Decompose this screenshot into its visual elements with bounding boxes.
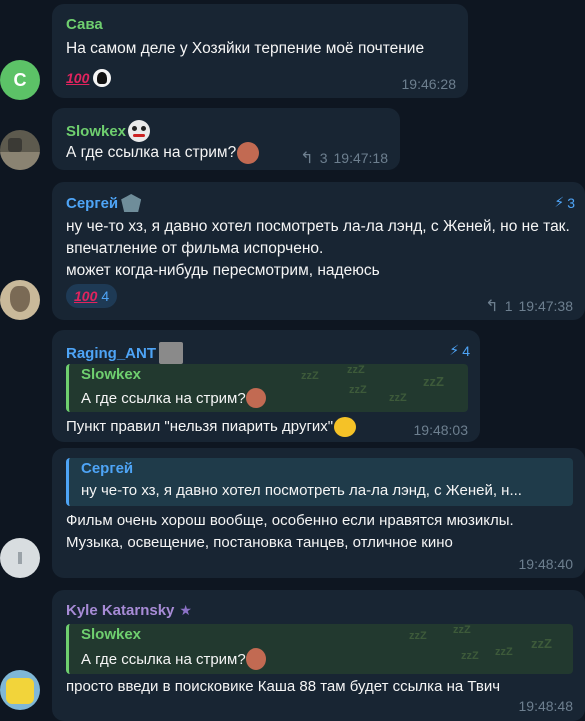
face-emoji-icon xyxy=(245,648,266,670)
zzz-decoration: zzZ xyxy=(301,370,319,382)
message-bubble[interactable]: Сергей ⚡ 3 ну че-то хз, я давно хотел по… xyxy=(52,182,585,320)
reply-arrow-icon[interactable]: ↰ xyxy=(300,148,313,168)
zzz-decoration: zzZ xyxy=(461,650,479,662)
avatar[interactable] xyxy=(0,670,40,710)
zzz-decoration: zzZ xyxy=(389,392,407,404)
reaction-count: 4 xyxy=(101,288,110,304)
message-meta: 19:48:03 xyxy=(414,422,469,438)
reply-count[interactable]: 1 xyxy=(505,298,513,314)
zzz-decoration: zzZ xyxy=(423,374,444,389)
sender-badge-icon xyxy=(159,342,183,364)
boost-badge[interactable]: ⚡ 3 xyxy=(554,194,575,211)
sender-name[interactable]: Сергей xyxy=(66,194,142,212)
reply-arrow-icon[interactable]: ↰ xyxy=(485,296,498,316)
reply-quote[interactable]: Slowkex А где ссылка на стрим? zzZ zzZ z… xyxy=(66,364,468,412)
message-meta: 19:48:48 xyxy=(519,698,574,714)
hundred-emoji-icon: 100 xyxy=(74,288,98,304)
avatar[interactable]: С xyxy=(0,60,40,100)
message-meta: 19:48:40 xyxy=(519,556,574,572)
timestamp: 19:48:48 xyxy=(518,698,574,714)
avatar[interactable] xyxy=(0,280,40,320)
reply-count[interactable]: 3 xyxy=(320,150,328,166)
face-emoji-icon xyxy=(245,388,266,408)
message-bubble[interactable]: Raging_ANT ⚡ 4 Slowkex А где ссылка на с… xyxy=(52,330,480,442)
sender-name[interactable]: Kyle Katarnsky ★ xyxy=(66,602,192,619)
quote-sender: Сергей xyxy=(81,460,134,477)
lightning-icon: ⚡ xyxy=(449,342,460,358)
message-text: ну че-то хз, я давно хотел посмотреть ла… xyxy=(66,218,570,279)
quote-sender: Slowkex xyxy=(81,626,142,643)
message-bubble[interactable]: Сава На самом деле у Хозяйки терпение мо… xyxy=(52,4,468,98)
message-text: просто введи в поисковике Каша 88 там бу… xyxy=(66,678,501,695)
message-bubble[interactable]: Slowkex А где ссылка на стрим? ↰ 3 19:47… xyxy=(52,108,400,170)
quote-text: ну че-то хз, я давно хотел посмотреть ла… xyxy=(81,482,522,499)
boost-badge[interactable]: ⚡ 4 xyxy=(449,342,470,359)
message-text: Фильм очень хорош вообще, особенно если … xyxy=(66,512,514,551)
zzz-decoration: zzZ xyxy=(409,630,427,642)
quote-text: А где ссылка на стрим? xyxy=(81,388,266,408)
timestamp: 19:47:38 xyxy=(518,298,574,314)
zzz-decoration: zzZ xyxy=(349,384,367,396)
smirk-emoji-icon xyxy=(334,417,357,437)
sender-name[interactable]: Slowkex xyxy=(66,120,151,142)
message-meta: 19:46:28 xyxy=(402,76,457,92)
avatar-letter: С xyxy=(13,69,27,90)
zzz-decoration: zzZ xyxy=(347,364,365,376)
reply-quote[interactable]: Сергей ну че-то хз, я давно хотел посмот… xyxy=(66,458,573,506)
star-icon: ★ xyxy=(179,602,192,618)
message-text: На самом деле у Хозяйки терпение моё поч… xyxy=(66,40,425,57)
quote-sender: Slowkex xyxy=(81,366,142,383)
wolf-emblem-icon xyxy=(121,194,142,212)
message-text: Пункт правил "нельзя пиарить других" xyxy=(66,416,357,438)
avatar[interactable] xyxy=(0,538,40,578)
zzz-decoration: zzZ xyxy=(495,646,513,658)
zzz-decoration: zzZ xyxy=(453,624,471,636)
face-emoji-icon xyxy=(237,142,260,164)
message-meta: ↰ 1 19:47:38 xyxy=(485,296,573,316)
message-meta: ↰ 3 19:47:18 xyxy=(300,148,388,168)
reaction-chip[interactable]: 100 xyxy=(66,66,116,90)
message-text: А где ссылка на стрим? xyxy=(66,142,260,164)
message-bubble[interactable]: Сергей ну че-то хз, я давно хотел посмот… xyxy=(52,448,585,578)
avatar[interactable] xyxy=(0,130,40,170)
timestamp: 19:48:40 xyxy=(518,556,574,572)
avatar xyxy=(93,69,112,87)
timestamp: 19:48:03 xyxy=(413,422,469,438)
quote-text: А где ссылка на стрим? xyxy=(81,648,266,670)
hundred-emoji-icon: 100 xyxy=(66,70,90,86)
sender-name[interactable]: Сава xyxy=(66,16,103,33)
zzz-decoration: zzZ xyxy=(531,636,552,651)
sender-name[interactable]: Raging_ANT xyxy=(66,342,183,364)
message-bubble[interactable]: Kyle Katarnsky ★ Slowkex А где ссылка на… xyxy=(52,590,585,721)
joker-emoji-icon xyxy=(128,120,151,142)
timestamp: 19:46:28 xyxy=(401,76,457,92)
reaction-chip[interactable]: 100 4 xyxy=(66,284,118,308)
timestamp: 19:47:18 xyxy=(333,150,389,166)
reply-quote[interactable]: Slowkex А где ссылка на стрим? zzZ zzZ z… xyxy=(66,624,573,674)
lightning-icon: ⚡ xyxy=(554,194,565,210)
